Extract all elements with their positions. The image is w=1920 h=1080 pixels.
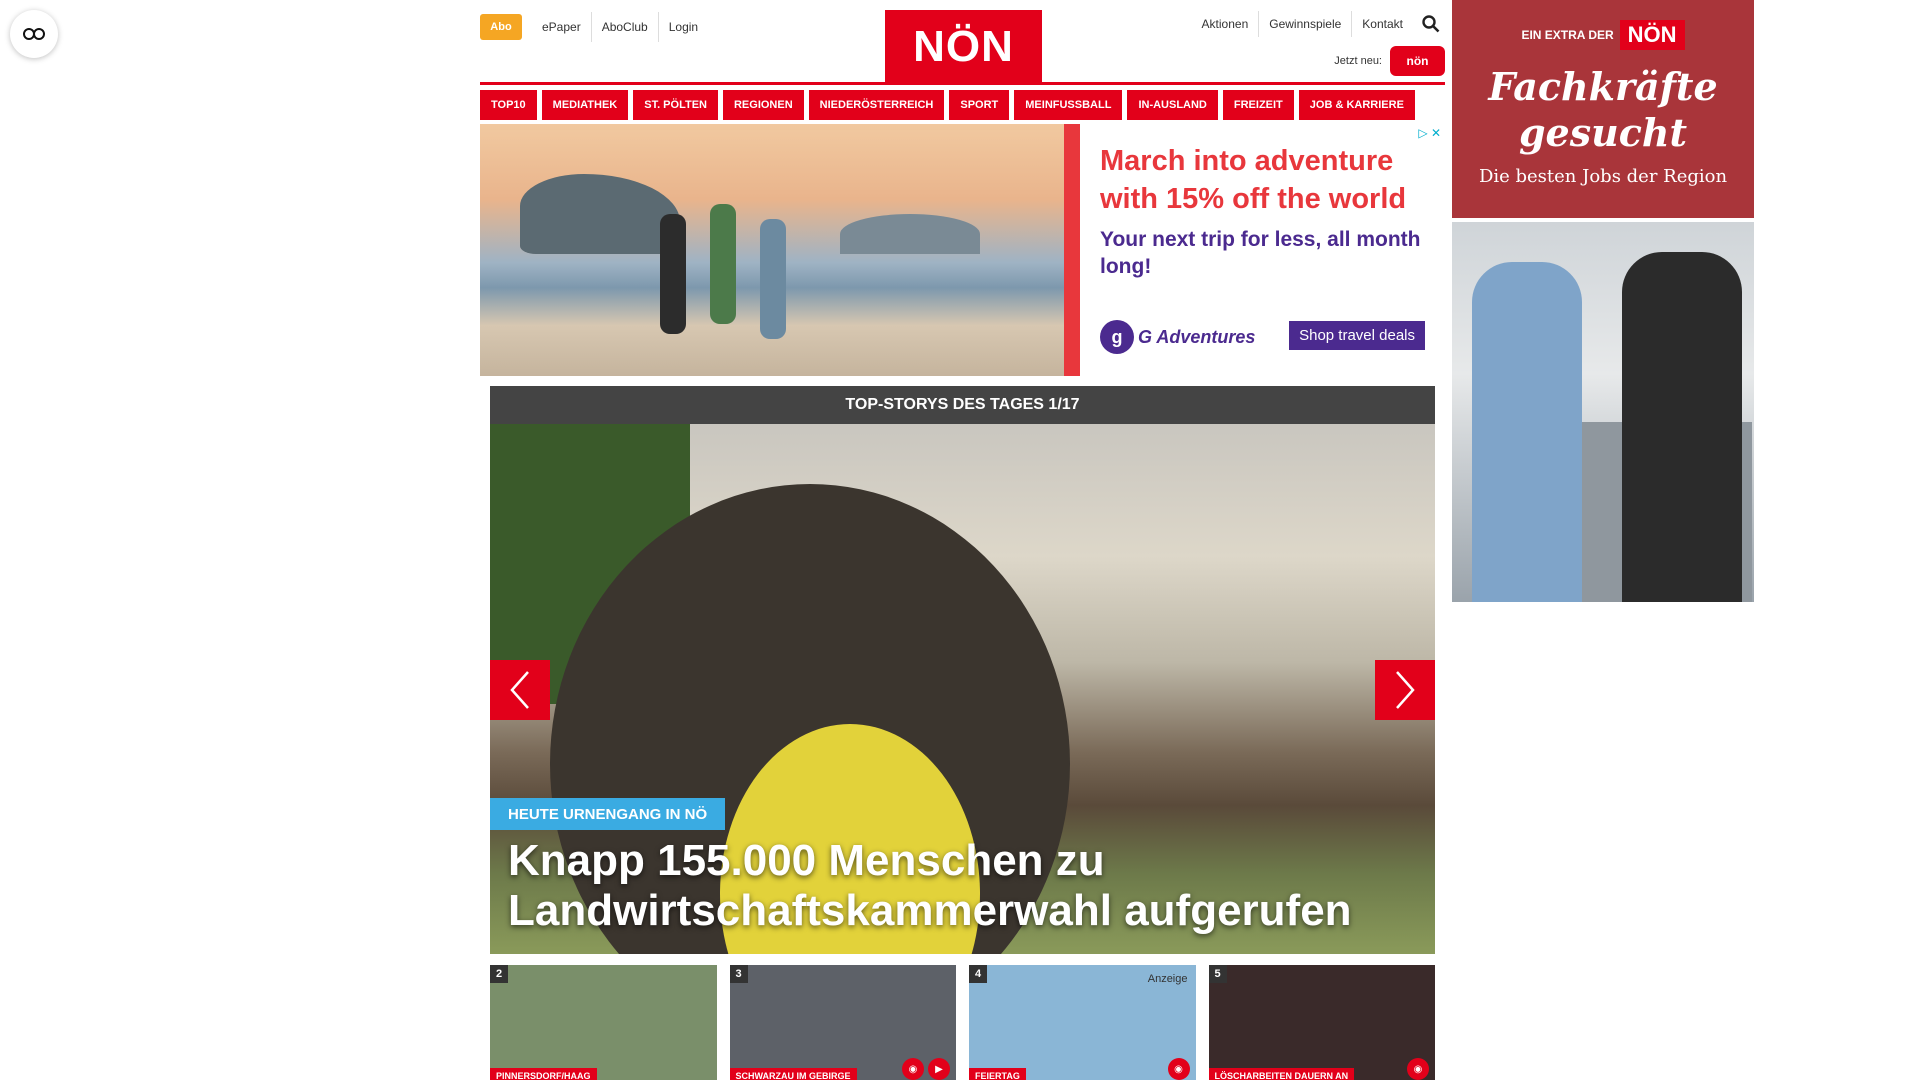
thumb-label: FEIERTAG: [969, 1068, 1026, 1080]
nav-item-in-ausland[interactable]: IN-AUSLAND: [1127, 90, 1218, 120]
thumb-story-3[interactable]: 3 SCHWARZAU IM GEBIRGE ◉ ▶: [729, 965, 956, 1080]
slider-prev-button[interactable]: [490, 660, 550, 720]
nav-item-job-karriere[interactable]: JOB & KARRIERE: [1298, 90, 1415, 120]
thumb-media-icons: ◉ ▶: [902, 1058, 950, 1080]
ad-headline: March into adventure with 15% off the wo…: [1100, 145, 1407, 215]
nav-item-niederoesterreich[interactable]: NIEDERÖSTERREICH: [808, 90, 945, 120]
thumb-story-5[interactable]: 5 LÖSCHARBEITEN DAUERN AN ◉: [1208, 965, 1435, 1080]
top-stories-header: TOP-STORYS DES TAGES 1/17: [490, 386, 1435, 424]
header-divider: [480, 82, 1445, 85]
thumb-story-4[interactable]: 4 Anzeige FEIERTAG ◉: [969, 965, 1196, 1080]
nav-item-freizeit[interactable]: FREIZEIT: [1222, 90, 1294, 120]
top-links: ePaper AboClub Login: [532, 12, 708, 42]
camera-icon: ◉: [902, 1058, 924, 1080]
right-links: Aktionen Gewinnspiele Kontakt: [1192, 10, 1445, 38]
thumb-label: SCHWARZAU IM GEBIRGE: [729, 1068, 857, 1080]
slider-next-button[interactable]: [1375, 660, 1435, 720]
thumb-media-icons: ◉: [1407, 1058, 1429, 1080]
aboclub-link[interactable]: AboClub: [590, 12, 658, 42]
side-ad-headline: Fachkräfte gesucht: [1488, 64, 1718, 155]
thumb-number: 3: [729, 965, 748, 983]
epaper-link[interactable]: ePaper: [532, 12, 591, 42]
glasses-icon: [23, 28, 45, 40]
accessibility-toggle-button[interactable]: [10, 10, 58, 58]
chevron-left-icon: [510, 671, 529, 709]
ad-beach-image: [480, 124, 1064, 376]
adchoices-close-icon[interactable]: ▷ ✕: [1418, 126, 1441, 140]
thumb-media-icons: ◉: [1167, 1058, 1190, 1080]
login-link[interactable]: Login: [657, 12, 708, 42]
thumb-number: 2: [490, 965, 508, 983]
ad-accent-strip: [1064, 124, 1080, 376]
kleine-noen-badge[interactable]: nön: [1390, 46, 1445, 76]
anzeige-badge: Anzeige: [1147, 973, 1188, 985]
ad-cta-button[interactable]: Shop travel deals: [1289, 321, 1425, 350]
side-ad-jobs[interactable]: EIN EXTRA DER NÖN Fachkräfte gesucht Die…: [1452, 0, 1754, 218]
thumb-label: LÖSCHARBEITEN DAUERN AN: [1208, 1068, 1355, 1080]
g-adventures-logo-icon: g: [1100, 320, 1134, 354]
ad-brand: g G Adventures: [1100, 320, 1255, 354]
play-icon: ▶: [928, 1058, 950, 1080]
story-thumbnails: 2 PINNERSDORF/HAAG 3 SCHWARZAU IM GEBIRG…: [490, 965, 1435, 1080]
gewinnspiele-link[interactable]: Gewinnspiele: [1258, 11, 1351, 37]
site-logo[interactable]: NÖN: [885, 10, 1042, 84]
story-kicker: HEUTE URNENGANG IN NÖ: [490, 798, 726, 830]
jetzt-neu: Jetzt neu: nön: [1334, 46, 1445, 76]
camera-icon: ◉: [1167, 1058, 1190, 1080]
ad-subheadline: Your next trip for less, all month long!: [1100, 228, 1421, 278]
main-nav: TOP10 MEDIATHEK ST. PÖLTEN REGIONEN NIED…: [480, 90, 1445, 120]
jetzt-neu-label: Jetzt neu:: [1334, 55, 1382, 67]
nav-item-sport[interactable]: SPORT: [949, 90, 1010, 120]
story-headline[interactable]: Knapp 155.000 Menschen zu Landwirtschaft…: [508, 836, 1408, 936]
side-ad-photo[interactable]: [1452, 222, 1754, 602]
side-ad-logo: NÖN: [1619, 20, 1685, 50]
banner-ad[interactable]: March into adventure with 15% off the wo…: [480, 124, 1445, 376]
ad-brand-name: G Adventures: [1138, 326, 1256, 347]
nav-item-top10[interactable]: TOP10: [480, 90, 537, 120]
abo-button[interactable]: Abo: [480, 14, 522, 40]
side-ad-subheadline: Die besten Jobs der Region: [1478, 166, 1728, 187]
side-ad-top: EIN EXTRA DER NÖN: [1452, 20, 1754, 50]
nav-item-mediathek[interactable]: MEDIATHEK: [541, 90, 629, 120]
chevron-right-icon: [1396, 671, 1415, 709]
kontakt-link[interactable]: Kontakt: [1351, 11, 1413, 37]
header: Abo ePaper AboClub Login NÖN Aktionen Ge…: [480, 0, 1445, 84]
thumb-story-2[interactable]: 2 PINNERSDORF/HAAG: [490, 965, 717, 1080]
search-icon[interactable]: [1417, 10, 1445, 38]
camera-icon: ◉: [1407, 1058, 1429, 1080]
thumb-number: 4: [969, 965, 987, 983]
ad-text: March into adventure with 15% off the wo…: [1080, 124, 1445, 376]
aktionen-link[interactable]: Aktionen: [1192, 11, 1259, 37]
nav-item-st-poelten[interactable]: ST. PÖLTEN: [633, 90, 718, 120]
thumb-number: 5: [1208, 965, 1227, 983]
side-ad-extra-label: EIN EXTRA DER: [1521, 28, 1614, 42]
nav-item-regionen[interactable]: REGIONEN: [722, 90, 804, 120]
thumb-label: PINNERSDORF/HAAG: [490, 1068, 597, 1080]
nav-item-meinfussball[interactable]: MEINFUSSBALL: [1014, 90, 1123, 120]
